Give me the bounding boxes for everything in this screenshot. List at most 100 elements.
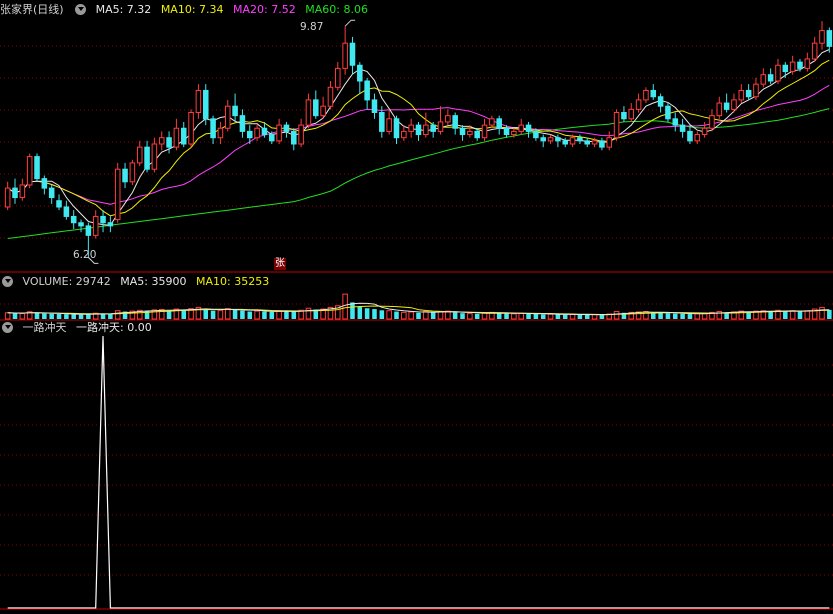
candle-body [628, 108, 635, 120]
volume-bar [694, 313, 701, 320]
volume-bar [643, 311, 649, 320]
volume-bar [680, 313, 685, 319]
candle-body [709, 115, 715, 129]
candle [232, 93, 238, 122]
candle-body [606, 137, 613, 148]
volume-bar [217, 309, 224, 320]
candle-body [650, 89, 657, 98]
candle [753, 77, 759, 100]
candle [371, 93, 378, 119]
volume-bar [224, 308, 231, 320]
candle-body [518, 124, 524, 132]
volume-bar [511, 313, 517, 320]
candle [173, 118, 180, 151]
volume-bar [783, 311, 788, 319]
indicator-value: 一路冲天: 0.00 [76, 321, 152, 334]
candle [100, 210, 106, 233]
candle-body [643, 89, 649, 101]
volume-bar [379, 310, 385, 319]
high-price-label: 9.87 [300, 21, 324, 33]
candle-body [496, 118, 502, 129]
candle-body [665, 105, 671, 120]
candle-body [430, 124, 436, 132]
candle [679, 118, 686, 138]
candle [613, 109, 620, 141]
candle [298, 118, 304, 148]
candle [151, 137, 158, 173]
candle [745, 84, 752, 100]
volume-bar [577, 314, 583, 319]
candle [694, 131, 701, 144]
limit-up-badge[interactable]: 张 [274, 258, 286, 270]
candle-body [305, 99, 312, 126]
volume-bar [56, 314, 62, 319]
candle-body [349, 42, 356, 66]
candle-body [621, 112, 627, 120]
volume-bar [401, 311, 407, 320]
candle [723, 93, 730, 113]
volume-bar [276, 310, 282, 320]
indicator-name: 一路冲天 [22, 321, 67, 334]
candle-body [804, 58, 811, 69]
candle-body [144, 146, 150, 170]
volume-bar [408, 311, 414, 320]
candle-body [283, 124, 290, 132]
candle-body [224, 105, 231, 129]
chevron-down-icon[interactable] [2, 276, 13, 287]
candle-body [467, 130, 473, 136]
candle-body [26, 156, 33, 186]
candle [599, 137, 605, 151]
candle-body [775, 64, 781, 82]
chevron-down-icon[interactable] [75, 4, 87, 15]
candle [224, 99, 231, 132]
volume-bar [474, 313, 480, 319]
candle-body [738, 89, 745, 101]
volume-bar [540, 314, 546, 319]
volume-bar [350, 302, 355, 319]
candle-body [489, 118, 495, 126]
candle [144, 140, 150, 173]
volume-bars [4, 293, 832, 320]
candle-body [584, 140, 591, 145]
volume-bar [34, 312, 40, 319]
candle-body [364, 80, 370, 101]
candle-body [415, 124, 422, 136]
candle [122, 162, 128, 189]
volume-label: VOLUME: 29742 [22, 275, 111, 288]
candle-body [371, 99, 378, 114]
volume-bar [481, 312, 488, 320]
candle-body [254, 127, 260, 139]
candle [547, 134, 554, 144]
candle-body [239, 115, 246, 132]
candle [555, 134, 561, 148]
candle-body [672, 118, 679, 126]
candle-body [291, 130, 297, 145]
candle [540, 134, 546, 148]
volume-bar [78, 314, 84, 319]
candle [335, 62, 341, 91]
candle-body [401, 130, 407, 139]
candle-body [386, 118, 392, 132]
candle [782, 62, 789, 78]
candle [408, 118, 414, 138]
price-panel-header: 张家界(日线) MA5: 7.32 MA10: 7.34 MA20: 7.52 … [0, 2, 374, 18]
candle-body [562, 140, 568, 145]
candle [63, 200, 70, 220]
candle-body [158, 137, 165, 145]
volume-bar [262, 311, 267, 319]
candle-body [313, 99, 319, 117]
candle [305, 93, 312, 129]
volume-bar [114, 310, 121, 320]
candle-body [599, 140, 605, 148]
volume-bar [584, 314, 590, 319]
candle [78, 219, 84, 233]
volume-bar [599, 314, 605, 319]
candle-body [577, 137, 583, 142]
volume-bar [789, 310, 796, 320]
candle [379, 106, 385, 138]
volume-bar [819, 306, 825, 320]
volume-bar [569, 313, 576, 320]
chevron-down-icon[interactable] [2, 322, 13, 333]
candle-body [635, 99, 642, 110]
candle [386, 109, 392, 135]
